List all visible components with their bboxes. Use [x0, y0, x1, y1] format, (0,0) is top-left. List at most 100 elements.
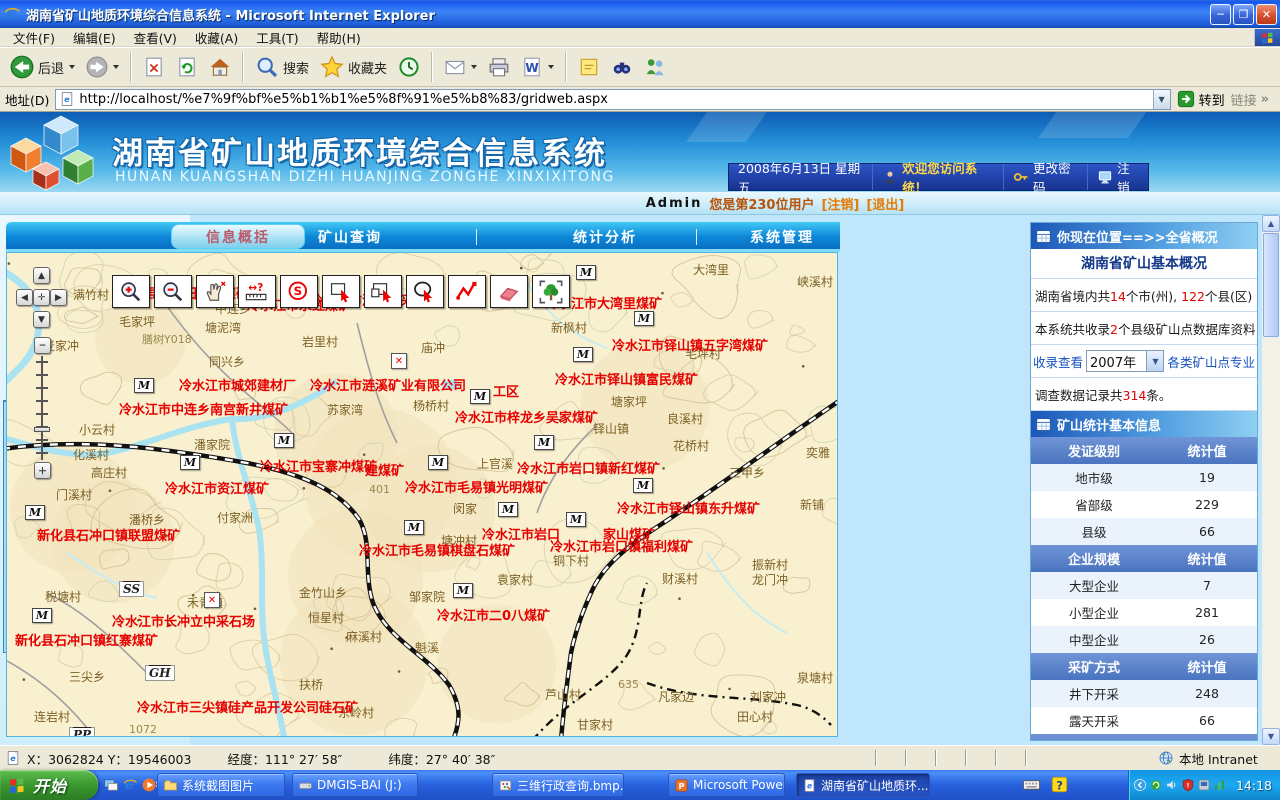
favorites-button[interactable]: 收藏夹: [316, 53, 391, 81]
taskbar-task[interactable]: PMicrosoft PowerP...: [668, 773, 785, 797]
tray-app-icon[interactable]: [1197, 778, 1211, 792]
taskbar-task[interactable]: 三维行政查询.bmp...: [492, 773, 624, 797]
refresh-button[interactable]: [172, 54, 202, 80]
logout-link[interactable]: 注销: [1087, 164, 1148, 190]
logout-text-link[interactable]: [注销]: [821, 194, 859, 213]
mine-marker[interactable]: M: [25, 505, 45, 520]
start-button[interactable]: 开始: [0, 770, 98, 800]
taskbar-task[interactable]: e湖南省矿山地质环...: [796, 773, 930, 797]
zoom-slider-handle[interactable]: [34, 427, 50, 432]
quicklaunch-desktop-icon[interactable]: [102, 776, 120, 794]
zoom-plus-button[interactable]: ＋: [34, 462, 51, 479]
address-dropdown-icon[interactable]: ▼: [1153, 90, 1170, 109]
map-tool-select-s[interactable]: S: [280, 275, 318, 308]
print-button[interactable]: [484, 54, 514, 80]
lang-keyboard-icon[interactable]: [1022, 775, 1041, 794]
zoom-slider-track[interactable]: [41, 356, 43, 460]
search-button[interactable]: 搜索: [251, 53, 313, 81]
select-arrow-icon[interactable]: ▼: [1146, 351, 1163, 371]
scroll-up-icon[interactable]: ▲: [1262, 215, 1280, 232]
map-viewport[interactable]: 新化县梁竹田已底煤矿冷水江市永红煤矿冷水江市洞竹山采石场冷水江市大湾里煤矿冷水江…: [6, 252, 838, 737]
mine-marker[interactable]: M: [134, 378, 154, 393]
exit-text-link[interactable]: [退出]: [866, 194, 904, 213]
mine-marker[interactable]: M: [274, 433, 294, 448]
menu-item[interactable]: 工具(T): [247, 27, 307, 48]
map-tool-eraser[interactable]: [490, 275, 528, 308]
mine-marker[interactable]: M: [428, 455, 448, 470]
maximize-button[interactable]: ❐: [1233, 4, 1254, 25]
quarry-marker[interactable]: ✕: [391, 353, 407, 369]
mine-marker[interactable]: M: [498, 502, 518, 517]
map-tool-select-rect[interactable]: [322, 275, 360, 308]
menu-item[interactable]: 文件(F): [4, 27, 64, 48]
ss-marker[interactable]: SS: [119, 581, 144, 597]
menu-item[interactable]: 收藏(A): [186, 27, 247, 48]
history-button[interactable]: [394, 54, 424, 80]
taskbar-task[interactable]: 系统截图图片: [157, 773, 285, 797]
year-select[interactable]: 2007年 ▼: [1086, 350, 1164, 372]
links-button[interactable]: 链接»: [1231, 90, 1275, 109]
pan-up-button[interactable]: ▲: [33, 267, 50, 284]
map-tool-select-circle[interactable]: [406, 275, 444, 308]
messenger-button[interactable]: [640, 54, 670, 80]
map-tool-zoom-out[interactable]: [154, 275, 192, 308]
tray-speaker-icon[interactable]: [1165, 778, 1179, 792]
window-scrollbar[interactable]: ▲ ▼: [1262, 215, 1280, 745]
pp-marker[interactable]: PP: [69, 727, 95, 737]
mine-marker[interactable]: M: [573, 347, 593, 362]
word-button[interactable]: W: [517, 54, 558, 80]
map-tool-unselect-rect[interactable]: [364, 275, 402, 308]
menu-item[interactable]: 查看(V): [125, 27, 186, 48]
map-tool-pan[interactable]: [196, 275, 234, 308]
go-button[interactable]: 转到: [1177, 90, 1225, 109]
quicklaunch-ie-icon[interactable]: e: [121, 776, 139, 794]
tab-1[interactable]: 信息概括: [171, 224, 305, 249]
mine-marker[interactable]: M: [180, 455, 200, 470]
mine-marker[interactable]: M: [633, 478, 653, 493]
map-tool-zoom-in[interactable]: [112, 275, 150, 308]
tray-chev-icon[interactable]: [1133, 778, 1147, 792]
mine-marker[interactable]: M: [404, 520, 424, 535]
mine-marker[interactable]: M: [470, 389, 490, 404]
back-button[interactable]: 后退: [6, 53, 79, 81]
pan-right-button[interactable]: ▶: [50, 289, 67, 306]
tab-3[interactable]: 统计分析: [549, 227, 661, 247]
scroll-thumb[interactable]: [1263, 233, 1279, 337]
research-button[interactable]: [607, 54, 637, 80]
menu-item[interactable]: 帮助(H): [308, 27, 370, 48]
pan-center-button[interactable]: ✛: [33, 289, 50, 306]
map-tool-full-extent[interactable]: [532, 275, 570, 308]
tray-shield-icon[interactable]: !: [1181, 778, 1195, 792]
gh-marker[interactable]: GH: [145, 665, 175, 681]
mine-marker[interactable]: M: [32, 608, 52, 623]
scroll-down-icon[interactable]: ▼: [1262, 728, 1280, 745]
quarry-marker[interactable]: ✕: [204, 592, 220, 608]
map-tool-measure[interactable]: ↔?: [238, 275, 276, 308]
zoom-minus-button[interactable]: −: [34, 337, 51, 354]
mail-button[interactable]: [440, 54, 481, 80]
stop-button[interactable]: ×: [139, 54, 169, 80]
mine-marker[interactable]: M: [576, 265, 596, 280]
map-tool-draw-line[interactable]: [448, 275, 486, 308]
mine-marker[interactable]: M: [534, 435, 554, 450]
close-button[interactable]: ✕: [1256, 4, 1277, 25]
tray-chart-icon[interactable]: [1213, 778, 1227, 792]
menu-item[interactable]: 编辑(E): [64, 27, 125, 48]
tab-2[interactable]: 矿山查询: [294, 227, 406, 247]
mine-marker[interactable]: M: [566, 512, 586, 527]
pan-down-button[interactable]: ▼: [33, 311, 50, 328]
address-input[interactable]: e http://localhost/%e7%9f%bf%e5%b1%b1%e5…: [55, 89, 1170, 110]
quicklaunch-media-icon[interactable]: [140, 776, 158, 794]
lang-question-icon[interactable]: ?: [1050, 775, 1069, 794]
edit-button[interactable]: [574, 54, 604, 80]
tray-swirl-icon[interactable]: [1149, 778, 1163, 792]
mine-marker[interactable]: M: [453, 583, 473, 598]
home-button[interactable]: [205, 54, 235, 80]
pan-left-button[interactable]: ◀: [16, 289, 33, 306]
taskbar-task[interactable]: DMGIS-BAI (J:): [292, 773, 418, 797]
change-password-link[interactable]: 更改密码: [1003, 164, 1087, 190]
minimize-button[interactable]: ─: [1210, 4, 1231, 25]
mine-marker[interactable]: M: [634, 311, 654, 326]
tab-4[interactable]: 系统管理: [726, 227, 838, 247]
forward-button[interactable]: [82, 54, 123, 80]
